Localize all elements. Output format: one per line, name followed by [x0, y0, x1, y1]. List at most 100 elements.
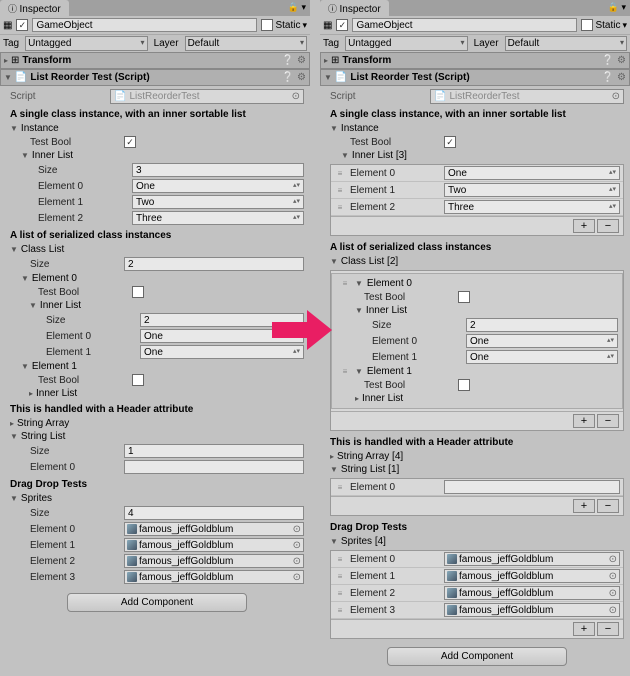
classlist-foldout[interactable]: ▼Class List [2]	[330, 255, 624, 268]
element1-foldout[interactable]: ▼Element 1	[10, 360, 304, 373]
layer-dropdown[interactable]: Default▾	[185, 36, 307, 51]
size-field[interactable]: 4	[124, 506, 304, 520]
innerlist-foldout[interactable]: ▸Inner List	[336, 392, 618, 405]
size-field[interactable]: 1	[124, 444, 304, 458]
add-button[interactable]: +	[573, 622, 595, 636]
static-toggle[interactable]: Static ▾	[581, 19, 627, 31]
innerlist-foldout[interactable]: ▼Inner List	[336, 304, 618, 317]
list-item[interactable]: ≡Element 2Three▴▾	[331, 199, 623, 216]
add-component-button[interactable]: Add Component	[387, 647, 567, 666]
tag-dropdown[interactable]: Untagged▾	[345, 36, 467, 51]
foldout-icon: ▼	[4, 73, 12, 82]
transform-component-header[interactable]: ▸ ⊞ Transform ❔ ⚙	[0, 52, 310, 69]
sprite-field[interactable]: famous_jeffGoldblum⊙	[124, 570, 304, 584]
drag-handle-icon: ≡	[334, 589, 346, 598]
sprites-foldout[interactable]: ▼Sprites [4]	[330, 535, 624, 548]
inspector-tab[interactable]: Inspector	[320, 0, 389, 17]
sprite-field[interactable]: famous_jeffGoldblum⊙	[124, 538, 304, 552]
testbool-checkbox[interactable]	[444, 136, 456, 148]
element0-foldout[interactable]: ▼Element 0	[10, 272, 304, 285]
size-field[interactable]: 2	[124, 257, 304, 271]
script-field[interactable]: 📄 ListReorderTest⊙	[430, 89, 624, 104]
testbool-checkbox[interactable]	[132, 374, 144, 386]
testbool-checkbox[interactable]	[458, 379, 470, 391]
sprites-foldout[interactable]: ▼Sprites	[10, 492, 304, 505]
testbool-label: Test Bool	[30, 137, 120, 148]
add-component-button[interactable]: Add Component	[67, 593, 247, 612]
gear-icon[interactable]: ⚙	[617, 72, 626, 83]
drag-handle-icon: ≡	[334, 203, 346, 212]
section-header: A list of serialized class instances	[330, 238, 624, 255]
add-button[interactable]: +	[573, 219, 595, 233]
active-checkbox[interactable]	[16, 19, 28, 31]
testbool-checkbox[interactable]	[132, 286, 144, 298]
stringarray-foldout[interactable]: ▸String Array [4]	[330, 450, 624, 463]
element-field[interactable]: One▴▾	[132, 179, 304, 193]
list-item[interactable]: ≡Element 3famous_jeffGoldblum⊙	[331, 602, 623, 619]
gear-icon[interactable]: ⚙	[617, 55, 626, 66]
element-field[interactable]	[124, 460, 304, 474]
tag-dropdown[interactable]: Untagged▾	[25, 36, 147, 51]
element-field[interactable]: One▴▾	[466, 334, 618, 348]
remove-button[interactable]: −	[597, 499, 619, 513]
stringarray-foldout[interactable]: ▸String Array	[10, 417, 304, 430]
instance-foldout[interactable]: ▼Instance	[330, 122, 624, 135]
sprite-field[interactable]: famous_jeffGoldblum⊙	[124, 554, 304, 568]
list-item[interactable]: ≡Element 0famous_jeffGoldblum⊙	[331, 551, 623, 568]
innerlist-foldout[interactable]: ▼Inner List	[10, 299, 304, 312]
inspector-tab[interactable]: Inspector	[0, 0, 69, 17]
size-field[interactable]: 3	[132, 163, 304, 177]
script-icon: 📄	[335, 72, 347, 83]
list-item[interactable]: ≡Element 0One▴▾	[331, 165, 623, 182]
sprite-field[interactable]: famous_jeffGoldblum⊙	[124, 522, 304, 536]
remove-button[interactable]: −	[597, 414, 619, 428]
instance-foldout[interactable]: ▼Instance	[10, 122, 304, 135]
transform-component-header[interactable]: ▸ ⊞ Transform ❔ ⚙	[320, 52, 630, 69]
classlist-foldout[interactable]: ▼Class List	[10, 243, 304, 256]
gameobject-name-input[interactable]	[352, 18, 577, 32]
element-field[interactable]: Two▴▾	[132, 195, 304, 209]
remove-button[interactable]: −	[597, 622, 619, 636]
lock-icon[interactable]: 🔒 ▾	[604, 0, 630, 15]
inspector-panel-left: Inspector 🔒 ▾ ▦ Static ▾ Tag Untagged▾ L…	[0, 0, 310, 585]
add-button[interactable]: +	[573, 414, 595, 428]
script-component-header[interactable]: ▼ 📄 List Reorder Test (Script) ❔ ⚙	[320, 69, 630, 86]
list-item[interactable]: ≡Element 1Two▴▾	[331, 182, 623, 199]
drag-handle-icon: ≡	[334, 186, 346, 195]
foldout-icon: ▸	[4, 56, 8, 65]
active-checkbox[interactable]	[336, 19, 348, 31]
help-icon[interactable]: ❔	[602, 72, 614, 83]
add-button[interactable]: +	[573, 499, 595, 513]
script-icon: 📄	[15, 72, 27, 83]
help-icon[interactable]: ❔	[282, 55, 294, 66]
lock-icon[interactable]: 🔒 ▾	[284, 0, 310, 15]
help-icon[interactable]: ❔	[602, 55, 614, 66]
remove-button[interactable]: −	[597, 219, 619, 233]
testbool-checkbox[interactable]	[458, 291, 470, 303]
gear-icon[interactable]: ⚙	[297, 72, 306, 83]
gear-icon[interactable]: ⚙	[297, 55, 306, 66]
size-field[interactable]: 2	[466, 318, 618, 332]
script-component-header[interactable]: ▼ 📄 List Reorder Test (Script) ❔ ⚙	[0, 69, 310, 86]
innerlist-foldout[interactable]: ▼Inner List [3]	[330, 149, 624, 162]
element-field[interactable]: One▴▾	[466, 350, 618, 364]
element-field[interactable]: Three▴▾	[132, 211, 304, 225]
testbool-checkbox[interactable]	[124, 136, 136, 148]
list-item[interactable]: ≡Element 2famous_jeffGoldblum⊙	[331, 585, 623, 602]
section-header: A single class instance, with an inner s…	[10, 105, 304, 122]
layer-label: Layer	[474, 38, 499, 49]
comparison-arrow	[272, 310, 332, 350]
innerlist-foldout[interactable]: ▸Inner List	[10, 387, 304, 400]
help-icon[interactable]: ❔	[282, 72, 294, 83]
script-field[interactable]: 📄 ListReorderTest⊙	[110, 89, 304, 104]
layer-dropdown[interactable]: Default▾	[505, 36, 627, 51]
stringlist-foldout[interactable]: ▼String List	[10, 430, 304, 443]
innerlist-foldout[interactable]: ▼Inner List	[10, 149, 304, 162]
gameobject-name-input[interactable]	[32, 18, 257, 32]
script-label: Script	[330, 91, 430, 102]
list-item[interactable]: ≡Element 0	[331, 479, 623, 496]
static-toggle[interactable]: Static ▾	[261, 19, 307, 31]
tag-label: Tag	[323, 38, 339, 49]
list-item[interactable]: ≡Element 1famous_jeffGoldblum⊙	[331, 568, 623, 585]
stringlist-foldout[interactable]: ▼String List [1]	[330, 463, 624, 476]
